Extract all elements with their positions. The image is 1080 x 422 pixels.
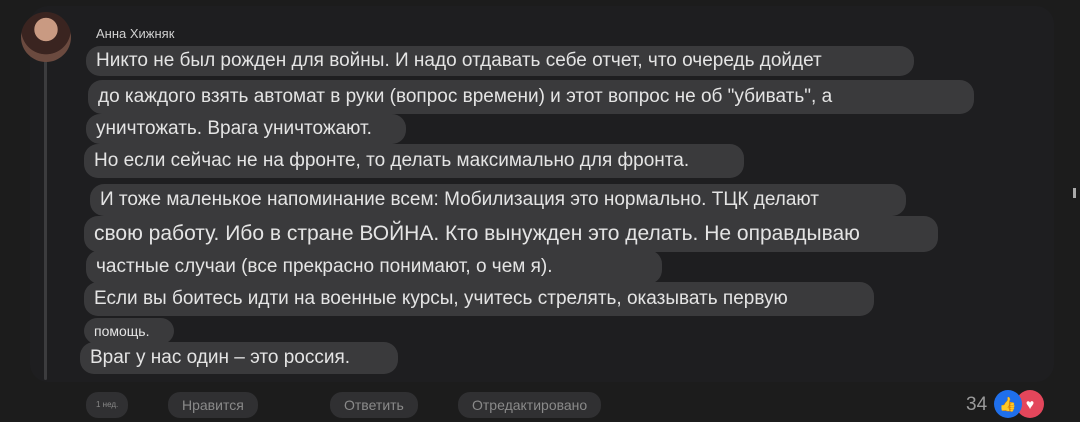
comment-line-1: Никто не был рожден для войны. И надо от… [86, 46, 914, 76]
like-button[interactable]: Нравится [168, 392, 258, 418]
comment-line-2: до каждого взять автомат в руки (вопрос … [88, 80, 974, 114]
reaction-count: 34 [966, 394, 988, 415]
thread-line [44, 60, 47, 380]
reply-button[interactable]: Ответить [330, 392, 418, 418]
comment-line-4: Но если сейчас не на фронте, то делать м… [84, 144, 744, 178]
thumbs-up-icon: 👍 [994, 390, 1022, 418]
comment-timestamp[interactable]: 1 нед. [86, 392, 129, 418]
comment-line-6: свою работу. Ибо в стране ВОЙНА. Кто вын… [84, 216, 938, 252]
comment-line-10: Враг у нас один – это россия. [80, 342, 398, 374]
comment-author[interactable]: Анна Хижняк [96, 26, 174, 41]
comment-line-9: помощь. [84, 318, 174, 344]
avatar[interactable] [21, 12, 71, 62]
scrollbar[interactable] [1073, 188, 1076, 198]
comment-line-3: уничтожать. Врага уничтожают. [86, 114, 406, 144]
edited-label: Отредактировано [458, 392, 602, 418]
comment-line-8: Если вы боитесь идти на военные курсы, у… [84, 282, 874, 316]
comment-line-7: частные случаи (все прекрасно понимают, … [86, 250, 662, 284]
comment-line-5: И тоже маленькое напоминание всем: Мобил… [90, 184, 906, 216]
